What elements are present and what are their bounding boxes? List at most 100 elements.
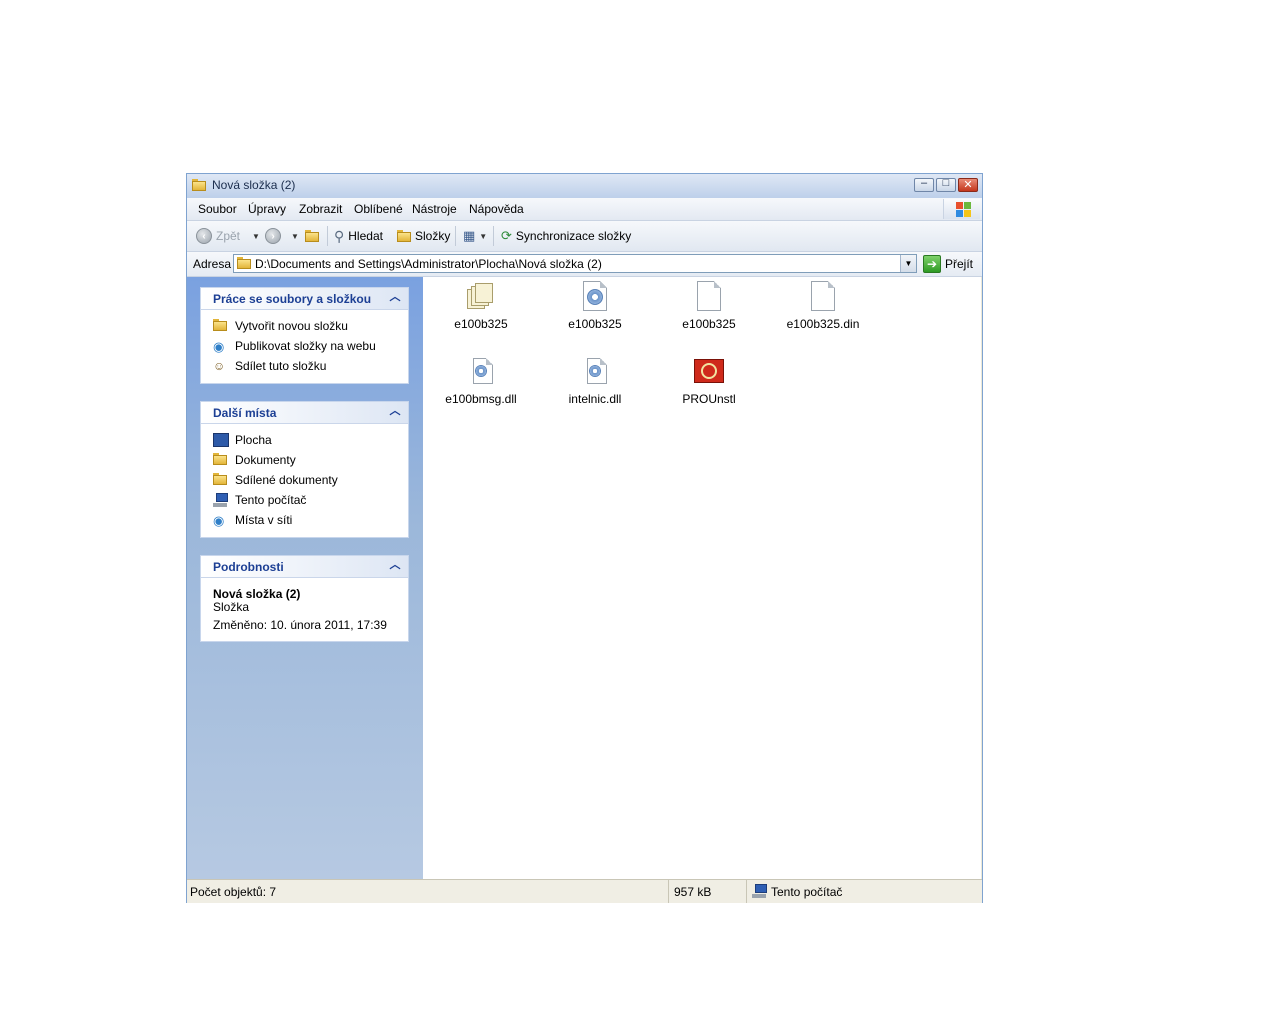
menu-napoveda[interactable]: Nápověda bbox=[469, 202, 524, 216]
toolbar: ‹ Zpět ▼ › ▼ ⚲ Hledat Složky ▦ ▼ ⟳ Synch… bbox=[187, 221, 982, 252]
place-network[interactable]: ◉ Místa v síti bbox=[213, 513, 292, 528]
task-pane: Práce se soubory a složkou ︿ Vytvořit no… bbox=[187, 277, 423, 879]
dll-file-icon bbox=[465, 356, 497, 388]
place-desktop[interactable]: Plocha bbox=[213, 433, 272, 447]
panel-title: Práce se soubory a složkou bbox=[213, 292, 372, 306]
file-name: e100b325 bbox=[682, 317, 736, 331]
uninstall-app-icon bbox=[693, 356, 725, 388]
panel-header[interactable]: Další místa ︿ bbox=[201, 402, 408, 424]
window-title: Nová složka (2) bbox=[212, 178, 296, 192]
place-documents[interactable]: Dokumenty bbox=[213, 453, 296, 467]
task-share-folder[interactable]: ☺ Sdílet tuto složku bbox=[213, 359, 326, 373]
panel-title: Podrobnosti bbox=[213, 560, 284, 574]
sync-folder-button[interactable]: ⟳ Synchronizace složky bbox=[501, 227, 631, 245]
share-icon: ☺ bbox=[213, 359, 226, 373]
address-value: D:\Documents and Settings\Administrator\… bbox=[255, 257, 602, 271]
setup-info-icon bbox=[465, 281, 497, 313]
status-size: 957 kB bbox=[669, 880, 747, 903]
forward-arrow-icon: › bbox=[265, 228, 281, 244]
status-location: Tento počítač bbox=[747, 880, 982, 903]
window-controls: – □ ✕ bbox=[914, 177, 978, 192]
sync-icon: ⟳ bbox=[501, 228, 512, 243]
go-button[interactable]: ➔ Přejít bbox=[923, 254, 973, 273]
desktop-icon bbox=[213, 433, 229, 447]
chevron-down-icon[interactable]: ▼ bbox=[291, 232, 299, 241]
maximize-button[interactable]: □ bbox=[936, 177, 956, 192]
chevron-down-icon[interactable]: ▼ bbox=[900, 255, 916, 272]
forward-button[interactable]: › ▼ bbox=[265, 227, 299, 245]
computer-icon bbox=[752, 884, 768, 898]
file-name: e100bmsg.dll bbox=[445, 392, 517, 406]
computer-icon bbox=[213, 493, 229, 507]
file-name: e100b325 bbox=[568, 317, 622, 331]
file-name: e100b325 bbox=[454, 317, 508, 331]
file-name: intelnic.dll bbox=[568, 392, 622, 406]
file-name: PROUnstl bbox=[682, 392, 736, 406]
place-shared-documents[interactable]: Sdílené dokumenty bbox=[213, 473, 338, 487]
views-button[interactable]: ▦ ▼ bbox=[463, 227, 487, 245]
file-tasks-panel: Práce se soubory a složkou ︿ Vytvořit no… bbox=[200, 287, 409, 384]
address-label: Adresa bbox=[193, 257, 232, 271]
file-item[interactable]: e100b325 bbox=[431, 281, 531, 331]
details-modified: Změněno: 10. února 2011, 17:39 bbox=[213, 618, 387, 632]
collapse-chevron-icon[interactable]: ︿ bbox=[388, 405, 402, 419]
file-item[interactable]: e100bmsg.dll bbox=[431, 356, 531, 406]
folder-icon bbox=[192, 179, 206, 191]
details-type: Složka bbox=[213, 600, 250, 614]
title-bar[interactable]: Nová složka (2) – □ ✕ bbox=[187, 174, 982, 199]
up-folder-button[interactable] bbox=[305, 227, 319, 245]
close-button[interactable]: ✕ bbox=[958, 178, 978, 192]
documents-folder-icon bbox=[213, 453, 229, 467]
menu-soubor[interactable]: Soubor bbox=[198, 202, 237, 216]
folders-button[interactable]: Složky bbox=[397, 227, 450, 245]
menu-zobrazit[interactable]: Zobrazit bbox=[299, 202, 342, 216]
search-button[interactable]: ⚲ Hledat bbox=[334, 227, 383, 245]
explorer-window: Nová složka (2) – □ ✕ Soubor Úpravy Zobr… bbox=[186, 173, 983, 903]
details-panel: Podrobnosti ︿ Nová složka (2) Složka Změ… bbox=[200, 555, 409, 642]
place-my-computer[interactable]: Tento počítač bbox=[213, 493, 306, 507]
go-arrow-icon: ➔ bbox=[923, 254, 941, 273]
shared-folder-icon bbox=[213, 473, 229, 487]
back-button[interactable]: ‹ Zpět ▼ bbox=[196, 227, 260, 245]
toolbar-separator bbox=[327, 226, 328, 246]
file-item[interactable]: PROUnstl bbox=[659, 356, 759, 406]
file-name: e100b325.din bbox=[786, 317, 860, 331]
other-places-panel: Další místa ︿ Plocha Dokumenty Sdílené d… bbox=[200, 401, 409, 538]
minimize-button[interactable]: – bbox=[914, 177, 934, 192]
menu-upravy[interactable]: Úpravy bbox=[248, 202, 286, 216]
blank-file-icon bbox=[693, 281, 725, 313]
config-settings-icon bbox=[579, 281, 611, 313]
collapse-chevron-icon[interactable]: ︿ bbox=[388, 559, 402, 573]
details-name: Nová složka (2) bbox=[213, 587, 301, 601]
address-input[interactable]: D:\Documents and Settings\Administrator\… bbox=[233, 254, 917, 273]
network-icon: ◉ bbox=[213, 513, 225, 528]
dll-file-icon bbox=[579, 356, 611, 388]
panel-title: Další místa bbox=[213, 406, 277, 420]
back-arrow-icon: ‹ bbox=[196, 228, 212, 244]
menu-nastroje[interactable]: Nástroje bbox=[412, 202, 457, 216]
file-item[interactable]: e100b325.din bbox=[773, 281, 873, 331]
folder-up-icon bbox=[305, 230, 319, 242]
globe-icon: ◉ bbox=[213, 339, 225, 354]
status-bar: Počet objektů: 7 957 kB Tento počítač bbox=[187, 879, 982, 903]
toolbar-separator bbox=[455, 226, 456, 246]
file-item[interactable]: e100b325 bbox=[659, 281, 759, 331]
windows-logo-icon bbox=[943, 199, 980, 219]
toolbar-separator bbox=[493, 226, 494, 246]
panel-header[interactable]: Práce se soubory a složkou ︿ bbox=[201, 288, 408, 310]
new-folder-icon bbox=[213, 319, 229, 333]
folder-icon bbox=[237, 257, 251, 269]
task-new-folder[interactable]: Vytvořit novou složku bbox=[213, 319, 348, 333]
file-item[interactable]: intelnic.dll bbox=[545, 356, 645, 406]
address-bar: Adresa D:\Documents and Settings\Adminis… bbox=[187, 252, 982, 277]
task-publish-web[interactable]: ◉ Publikovat složky na webu bbox=[213, 339, 376, 354]
views-icon: ▦ bbox=[463, 228, 476, 243]
collapse-chevron-icon[interactable]: ︿ bbox=[388, 291, 402, 305]
file-item[interactable]: e100b325 bbox=[545, 281, 645, 331]
file-list[interactable]: e100b325 e100b325 e100b325 e100b325.din … bbox=[423, 277, 981, 879]
panel-header[interactable]: Podrobnosti ︿ bbox=[201, 556, 408, 578]
status-count: Počet objektů: 7 bbox=[187, 880, 669, 903]
blank-file-icon bbox=[807, 281, 839, 313]
chevron-down-icon[interactable]: ▼ bbox=[252, 232, 260, 241]
menu-oblibene[interactable]: Oblíbené bbox=[354, 202, 403, 216]
